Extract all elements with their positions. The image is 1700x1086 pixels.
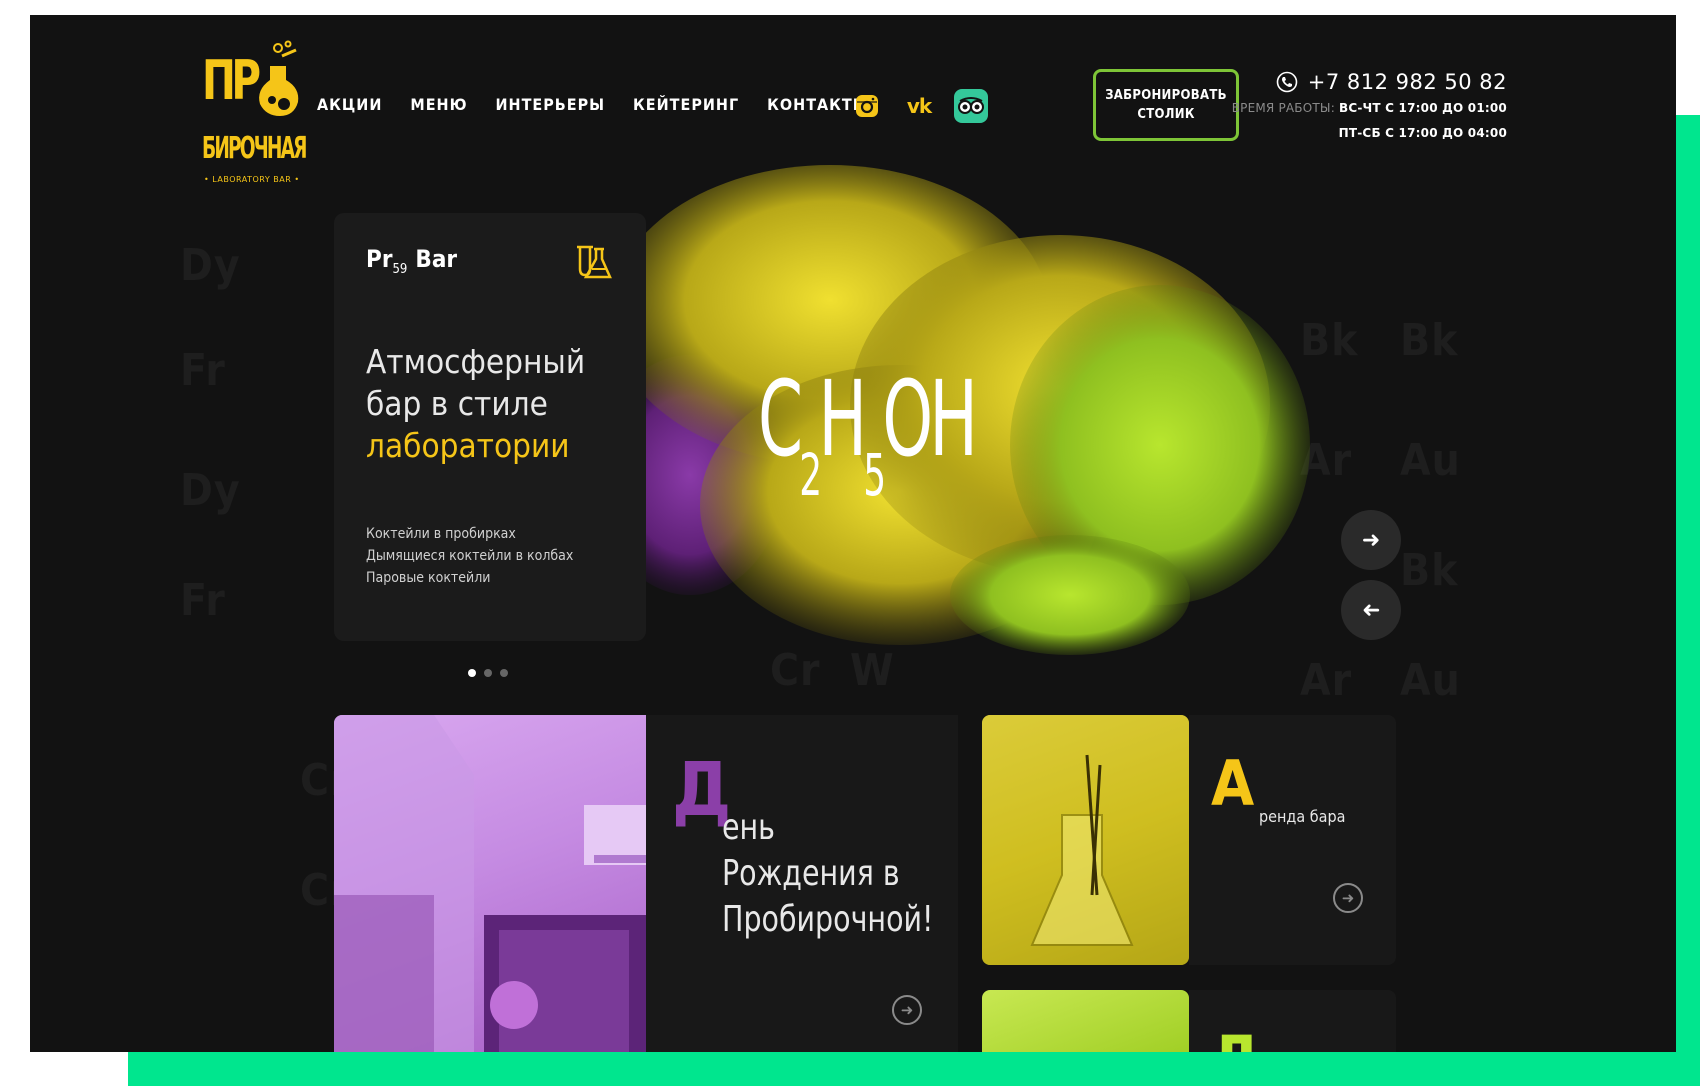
rent-tile-image[interactable] [982,715,1189,965]
hero-info-card: Pr59 Bar Атмосферный бар в стиле лаборато… [334,213,646,641]
main-nav: АКЦИИ МЕНЮ ИНТЕРЬЕРЫ КЕЙТЕРИНГ КОНТАКТЫ [317,95,897,114]
birthday-tile[interactable]: Д ень Рождения в Пробирочной! ➜ [646,715,958,1052]
decorative-accent-bottom [128,1052,1700,1086]
rent-tile[interactable]: А ренда бара ➜ [1189,715,1396,965]
third-tile-image[interactable] [982,990,1189,1052]
tripadvisor-icon[interactable] [954,89,988,123]
vk-icon[interactable]: vk [902,89,936,123]
feature-item: Коктейли в пробирках [366,526,516,542]
nav-item-promotions[interactable]: АКЦИИ [317,95,382,114]
slider-dots [468,669,508,677]
nav-item-catering[interactable]: КЕЙТЕРИНГ [633,95,739,114]
rent-arrow-icon[interactable]: ➜ [1333,883,1363,913]
formula-sub-2: 2 [799,441,822,509]
book-table-button[interactable]: ЗАБРОНИРОВАТЬ СТОЛИК [1093,69,1239,141]
logo-subtitle: • LABORATORY BAR • [204,175,300,184]
slider-dot-2[interactable] [484,669,492,677]
opening-hours-weekend: ПТ-СБ С 17:00 ДО 04:00 [1338,126,1507,140]
interior-photo [334,715,646,1052]
phone-icon [1276,71,1298,93]
third-initial: Д [1211,1028,1261,1053]
hours-label: ВРЕМЯ РАБОТЫ: [1231,101,1335,115]
hero-formula: C2H5OH [758,367,978,504]
lab-flask-icon [577,245,612,279]
decorative-accent-right [1676,115,1700,1086]
slider-dot-3[interactable] [500,669,508,677]
hours-weekday-value: ВС-ЧТ С 17:00 ДО 01:00 [1338,101,1507,115]
formula-sub-5: 5 [863,441,886,509]
logo-line-1: ПР [202,49,261,112]
background-symbol: Au [1400,655,1461,706]
card-title: Pr59 Bar [366,245,458,277]
background-symbol: Bk [1400,545,1459,596]
flask-logo-icon [259,40,299,116]
arrow-right-icon: ➜ [1361,527,1381,553]
background-symbol: Dy [180,465,241,516]
rent-initial: А [1211,747,1255,820]
card-headline: Атмосферный бар в стиле лаборатории [366,342,586,465]
next-slide-button[interactable]: ➜ [1341,510,1401,570]
background-symbol: Dy [180,240,241,291]
nav-item-menu[interactable]: МЕНЮ [410,95,467,114]
background-symbol: Fr [180,345,226,396]
birthday-text: ень Рождения в Пробирочной! [722,807,934,940]
feature-item: Паровые коктейли [366,570,491,586]
website-screenshot: Dy Fr Dy Fr Bk Bk Ar Au Bk Ar Au Cr W Cm… [30,15,1676,1052]
birthday-tile-image[interactable] [334,715,646,1052]
phone-number[interactable]: +7 812 982 50 82 [1308,70,1507,94]
formula-oh: OH [882,358,978,480]
feature-item: Дымящиеся коктейли в колбах [366,548,574,564]
logo-line-2: БИРОЧНАЯ [202,131,307,166]
third-tile[interactable]: Д [1189,990,1396,1052]
feature-list: Коктейли в пробирках Дымящиеся коктейли … [366,523,573,589]
background-symbol: Bk [1400,315,1459,366]
phone-row: +7 812 982 50 82 [1276,70,1507,94]
logo[interactable]: ПР БИРОЧНАЯ • LABORATORY BAR • [200,30,307,190]
opening-hours-weekday: ВРЕМЯ РАБОТЫ: ВС-ЧТ С 17:00 ДО 01:00 [1232,101,1507,115]
slider-dot-1[interactable] [468,669,476,677]
instagram-icon[interactable] [850,89,884,123]
background-symbol: Fr [180,575,226,626]
formula-c: C [758,358,803,480]
cocktail-photo [982,715,1189,965]
prev-slide-button[interactable]: ➜ [1341,580,1401,640]
birthday-arrow-icon[interactable]: ➜ [892,995,922,1025]
arrow-left-icon: ➜ [1361,597,1381,623]
nav-item-interiors[interactable]: ИНТЕРЬЕРЫ [495,95,605,114]
formula-h: H [818,358,866,480]
background-symbol: Au [1400,435,1461,486]
rent-text: ренда бара [1259,807,1346,826]
